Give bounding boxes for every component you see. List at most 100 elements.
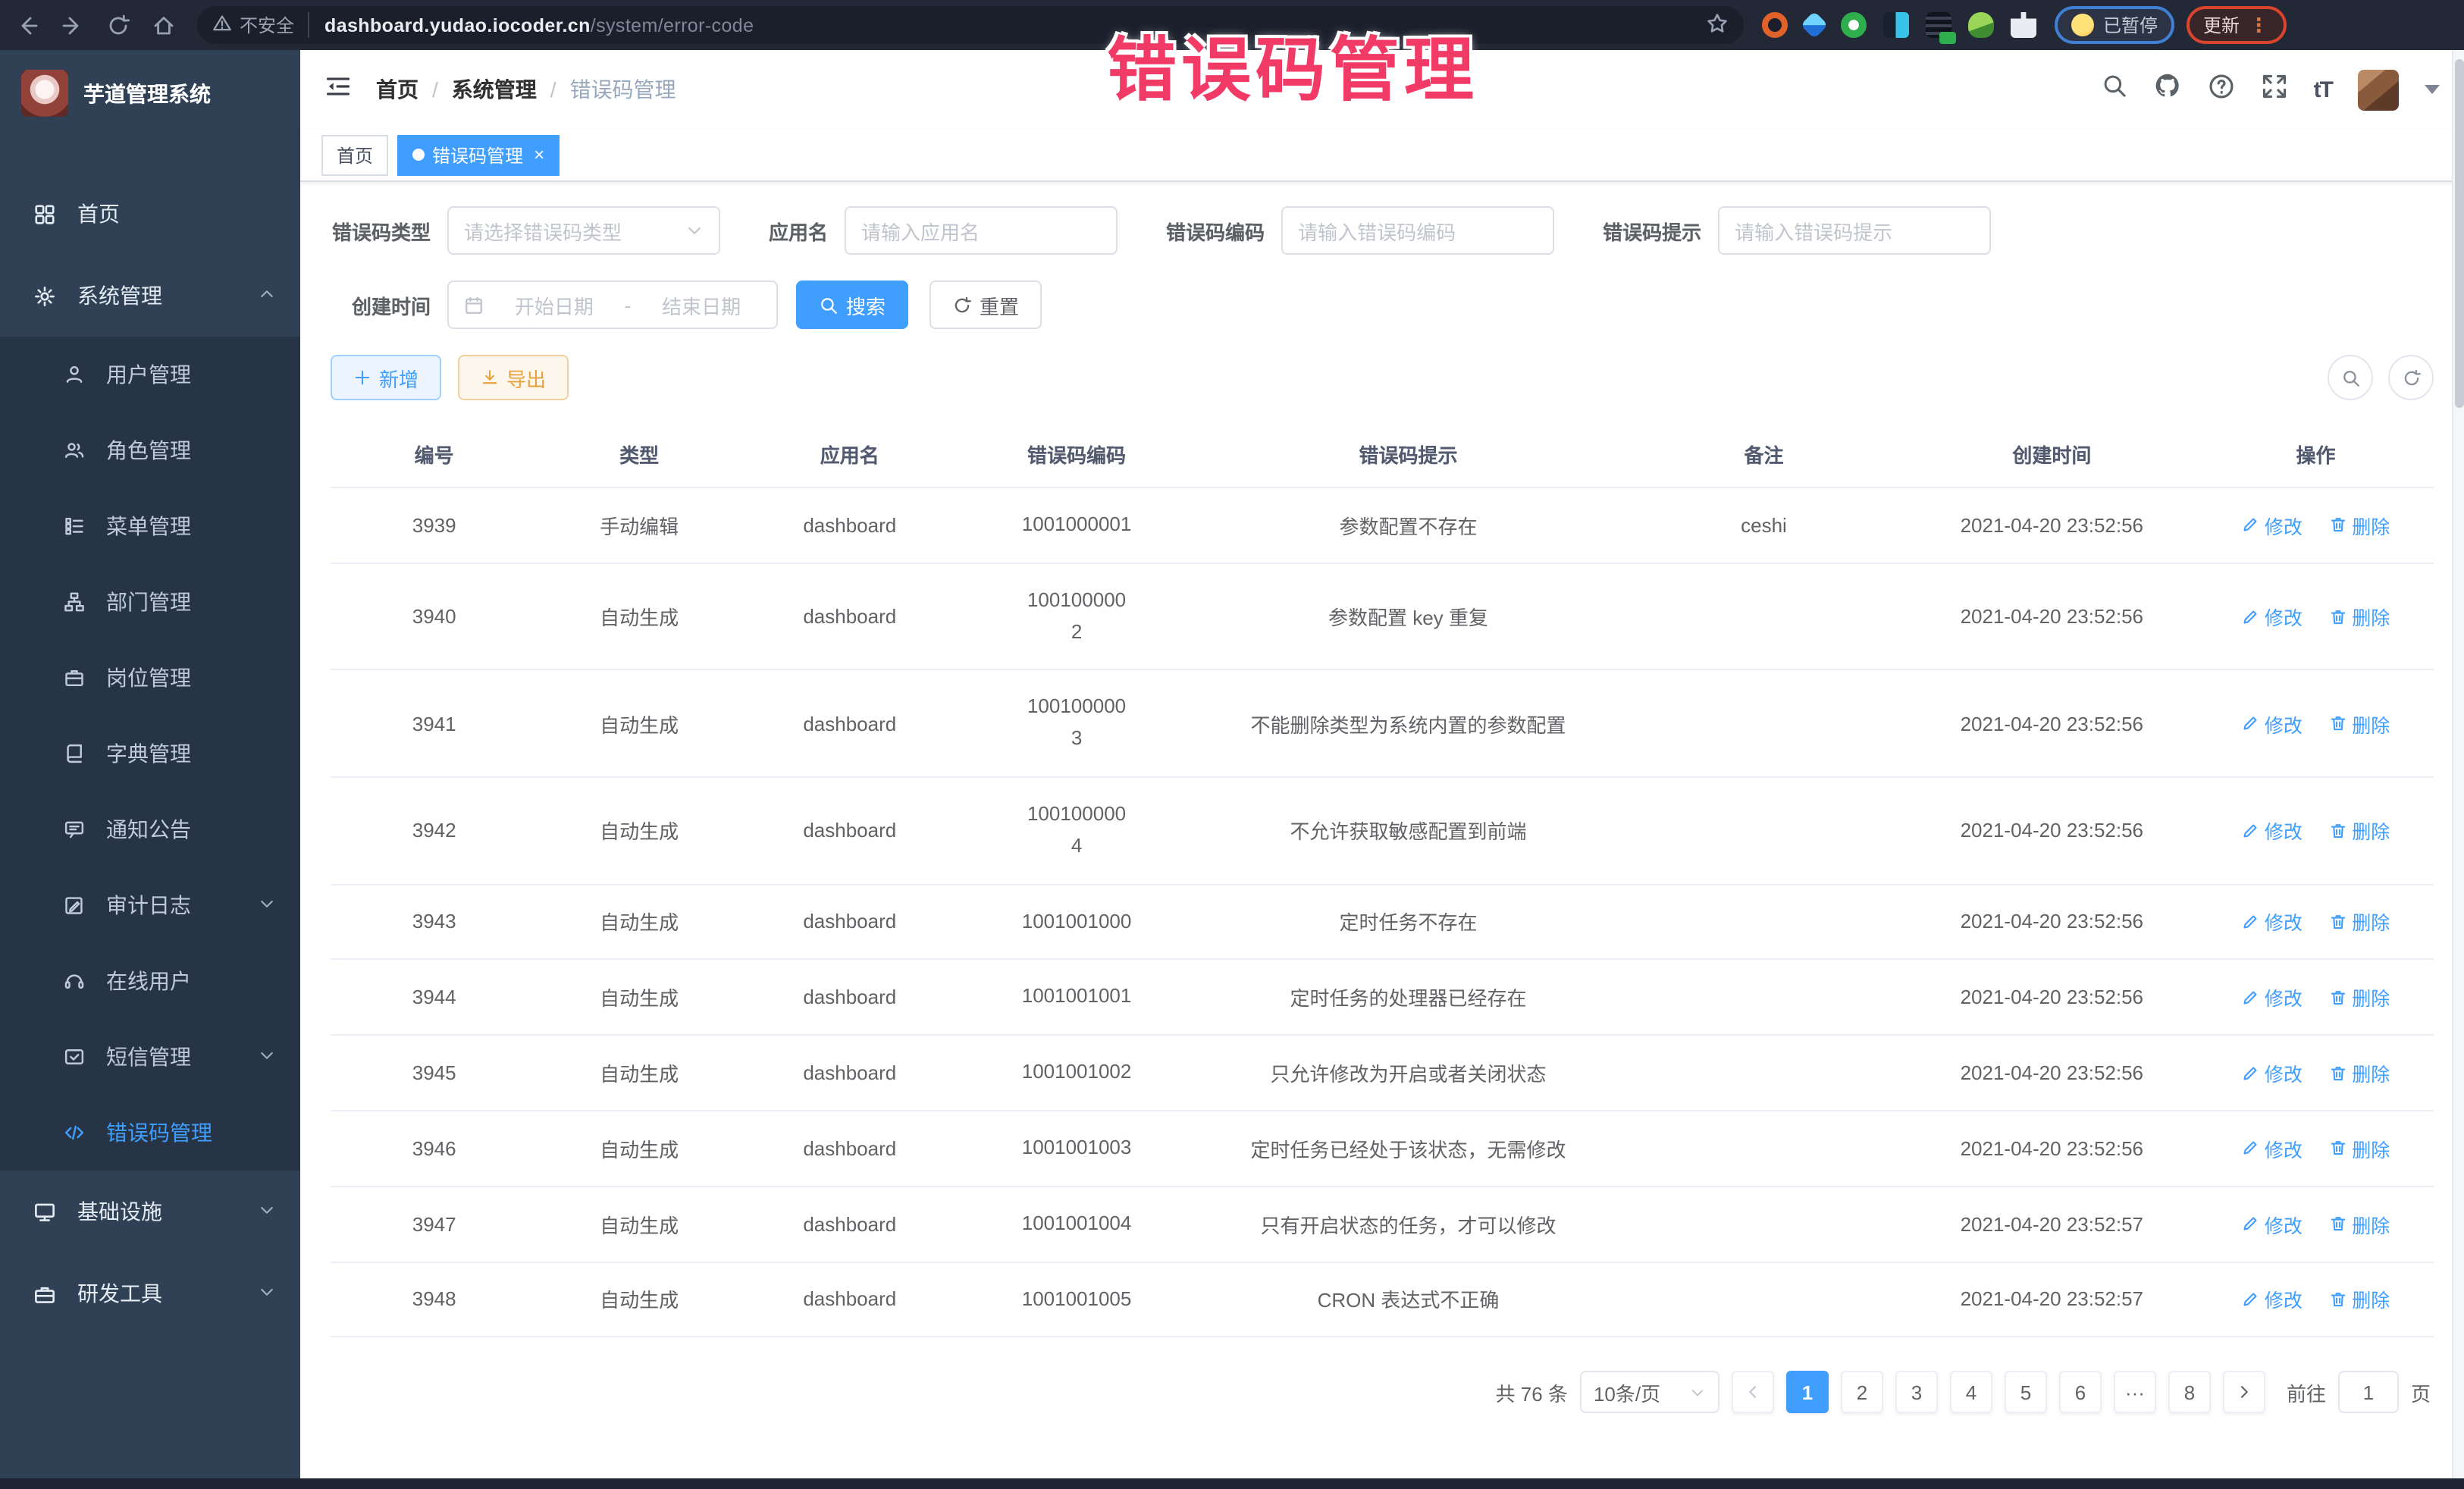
font-size-icon[interactable]: tT bbox=[2314, 77, 2332, 102]
edit-link[interactable]: 修改 bbox=[2242, 1134, 2303, 1163]
avatar-caret-icon[interactable] bbox=[2425, 85, 2440, 94]
sidebar-item-posts[interactable]: 岗位管理 bbox=[0, 640, 300, 716]
breadcrumb-home[interactable]: 首页 bbox=[376, 74, 419, 105]
bookmark-star-icon[interactable] bbox=[1706, 11, 1729, 39]
sidebar-item-home[interactable]: 首页 bbox=[0, 173, 300, 255]
tag-error-code[interactable]: 错误码管理 × bbox=[397, 134, 560, 175]
extension-icon[interactable] bbox=[1926, 12, 1951, 38]
github-icon[interactable] bbox=[2153, 71, 2182, 108]
sidebar-item-menus[interactable]: 菜单管理 bbox=[0, 488, 300, 564]
page-number-button[interactable]: 2 bbox=[1841, 1371, 1883, 1414]
edit-link[interactable]: 修改 bbox=[2242, 817, 2303, 845]
browser-forward-icon[interactable] bbox=[61, 13, 85, 37]
sidebar-item-audit-log[interactable]: 审计日志 bbox=[0, 867, 300, 943]
delete-link[interactable]: 删除 bbox=[2329, 602, 2390, 631]
sidebar-item-sms[interactable]: 短信管理 bbox=[0, 1019, 300, 1095]
delete-link[interactable]: 删除 bbox=[2329, 511, 2390, 540]
tag-close-icon[interactable]: × bbox=[534, 144, 544, 165]
extension-icon[interactable] bbox=[1841, 12, 1867, 38]
page-number-button[interactable]: ··· bbox=[2114, 1371, 2156, 1414]
start-date-placeholder: 开始日期 bbox=[494, 290, 614, 319]
reset-button[interactable]: 重置 bbox=[929, 281, 1042, 329]
toggle-search-button[interactable] bbox=[2328, 355, 2373, 400]
sidebar-item-dict[interactable]: 字典管理 bbox=[0, 716, 300, 792]
page-scrollbar[interactable] bbox=[2452, 50, 2464, 1478]
app-logo[interactable]: 芋道管理系统 bbox=[0, 50, 300, 136]
extension-icon[interactable] bbox=[2011, 12, 2036, 38]
table-row: 3940 自动生成 dashboard 100100000 2 参数配置 key… bbox=[331, 563, 2434, 670]
page-number-button[interactable]: 5 bbox=[2005, 1371, 2047, 1414]
scrollbar-thumb[interactable] bbox=[2455, 59, 2464, 408]
sidebar-item-users[interactable]: 用户管理 bbox=[0, 337, 300, 412]
error-hint-input[interactable]: 请输入错误码提示 bbox=[1718, 206, 1991, 255]
extension-icon[interactable] bbox=[1968, 12, 1994, 38]
edit-link[interactable]: 修改 bbox=[2242, 908, 2303, 936]
browser-reload-icon[interactable] bbox=[106, 13, 130, 37]
sidebar-item-online-users[interactable]: 在线用户 bbox=[0, 943, 300, 1019]
browser-update-button[interactable]: 更新 ⋮ bbox=[2187, 6, 2287, 44]
header-search-icon[interactable] bbox=[2102, 73, 2127, 106]
trash-icon bbox=[2329, 989, 2347, 1007]
sidebar-item-devtools[interactable]: 研发工具 bbox=[0, 1252, 300, 1334]
page-number-button[interactable]: 6 bbox=[2059, 1371, 2102, 1414]
address-bar[interactable]: 不安全 dashboard.yudao.iocoder.cn/system/er… bbox=[197, 6, 1744, 44]
edit-link[interactable]: 修改 bbox=[2242, 1209, 2303, 1238]
breadcrumb-system[interactable]: 系统管理 bbox=[452, 74, 537, 105]
error-type-select[interactable]: 请选择错误码类型 bbox=[447, 206, 720, 255]
page-number-button[interactable]: 1 bbox=[1786, 1371, 1829, 1414]
edit-link[interactable]: 修改 bbox=[2242, 1285, 2303, 1314]
edit-link[interactable]: 修改 bbox=[2242, 1058, 2303, 1087]
goto-page-input[interactable]: 1 bbox=[2338, 1371, 2399, 1414]
delete-link[interactable]: 删除 bbox=[2329, 709, 2390, 738]
export-button[interactable]: 导出 bbox=[458, 355, 569, 400]
cell-actions: 修改 删除 bbox=[2198, 777, 2434, 884]
page-number-button[interactable]: 3 bbox=[1895, 1371, 1938, 1414]
table-row: 3948 自动生成 dashboard 1001001005 CRON 表达式不… bbox=[331, 1262, 2434, 1337]
delete-link[interactable]: 删除 bbox=[2329, 908, 2390, 936]
sidebar-item-error-code[interactable]: 错误码管理 bbox=[0, 1095, 300, 1171]
edit-link[interactable]: 修改 bbox=[2242, 511, 2303, 540]
cell-id: 3944 bbox=[331, 960, 538, 1036]
page-number-button[interactable]: 8 bbox=[2168, 1371, 2211, 1414]
app-name-input[interactable]: 请输入应用名 bbox=[845, 206, 1118, 255]
edit-link[interactable]: 修改 bbox=[2242, 709, 2303, 738]
help-icon[interactable] bbox=[2208, 72, 2235, 107]
browser-back-icon[interactable] bbox=[15, 13, 39, 37]
sidebar-item-infra[interactable]: 基础设施 bbox=[0, 1171, 300, 1252]
delete-link[interactable]: 删除 bbox=[2329, 1058, 2390, 1087]
sidebar-item-notice[interactable]: 通知公告 bbox=[0, 792, 300, 867]
sidebar-fold-icon[interactable] bbox=[324, 72, 352, 107]
add-button[interactable]: 新增 bbox=[331, 355, 441, 400]
extension-icon[interactable] bbox=[1883, 12, 1909, 38]
error-code-input[interactable]: 请输入错误码编码 bbox=[1281, 206, 1554, 255]
search-button[interactable]: 搜索 bbox=[796, 281, 908, 329]
delete-link[interactable]: 删除 bbox=[2329, 1285, 2390, 1314]
prev-page-button[interactable] bbox=[1732, 1371, 1774, 1414]
delete-link[interactable]: 删除 bbox=[2329, 1134, 2390, 1163]
delete-link[interactable]: 删除 bbox=[2329, 983, 2390, 1012]
extension-icon[interactable] bbox=[1762, 12, 1788, 38]
next-page-button[interactable] bbox=[2223, 1371, 2265, 1414]
browser-home-icon[interactable] bbox=[152, 13, 176, 37]
tag-home[interactable]: 首页 bbox=[321, 134, 388, 175]
delete-link[interactable]: 删除 bbox=[2329, 1209, 2390, 1238]
edit-link[interactable]: 修改 bbox=[2242, 602, 2303, 631]
delete-link[interactable]: 删除 bbox=[2329, 817, 2390, 845]
browser-menu-icon[interactable]: ⋮ bbox=[2249, 13, 2270, 37]
profile-paused-badge[interactable]: 已暂停 bbox=[2055, 6, 2174, 44]
page-size-select[interactable]: 10条/页 bbox=[1580, 1371, 1719, 1414]
user-avatar[interactable] bbox=[2358, 69, 2399, 110]
security-label[interactable]: 不安全 bbox=[240, 12, 294, 38]
extension-icon[interactable] bbox=[1801, 11, 1829, 39]
sidebar-item-depts[interactable]: 部门管理 bbox=[0, 564, 300, 640]
date-range-picker[interactable]: 开始日期 - 结束日期 bbox=[447, 281, 778, 329]
cell-type: 自动生成 bbox=[538, 777, 741, 884]
sidebar-item-roles[interactable]: 角色管理 bbox=[0, 412, 300, 488]
sidebar-item-system[interactable]: 系统管理 bbox=[0, 255, 300, 337]
refresh-table-button[interactable] bbox=[2388, 355, 2434, 400]
edit-link[interactable]: 修改 bbox=[2242, 983, 2303, 1012]
cell-actions: 修改 删除 bbox=[2198, 563, 2434, 670]
cell-remark bbox=[1622, 670, 1905, 777]
page-number-button[interactable]: 4 bbox=[1950, 1371, 1992, 1414]
fullscreen-icon[interactable] bbox=[2261, 72, 2288, 107]
